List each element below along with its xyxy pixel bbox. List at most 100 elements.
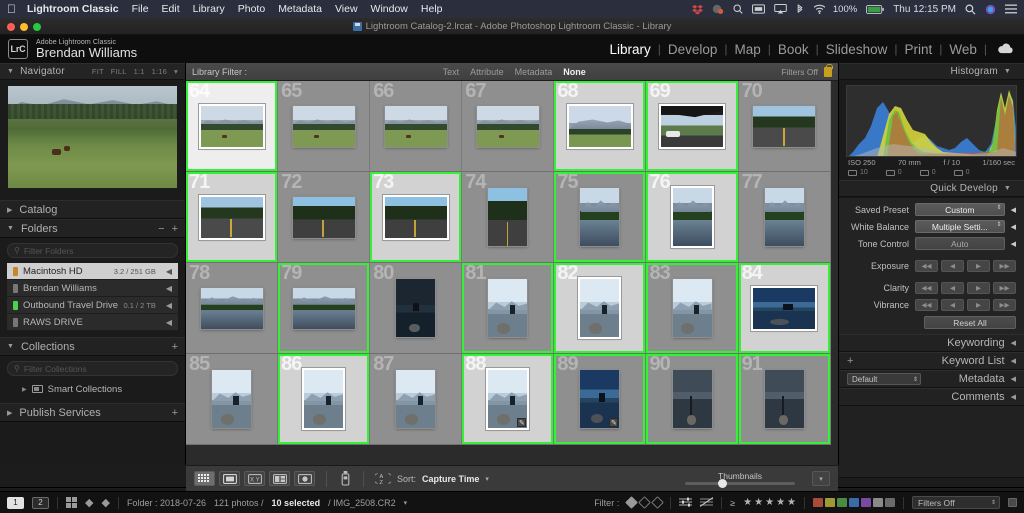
white-balance-select[interactable]: Multiple Setti... ⇕ bbox=[915, 220, 1005, 233]
thumbnail-image[interactable] bbox=[304, 370, 344, 428]
remove-folder-button[interactable]: − bbox=[158, 223, 164, 235]
section-metadata[interactable]: Default ⇕ Metadata ◀ bbox=[839, 370, 1024, 388]
triangle-right-icon[interactable]: ▶ bbox=[22, 386, 27, 393]
color-label-custom[interactable] bbox=[885, 498, 895, 507]
menu-edit[interactable]: Edit bbox=[162, 3, 180, 15]
saved-preset-select[interactable]: Custom ⇕ bbox=[915, 203, 1005, 216]
filter-tab-none[interactable]: None bbox=[563, 67, 586, 77]
spray-can-icon[interactable] bbox=[338, 471, 352, 486]
metadata-preset-select[interactable]: Default ⇕ bbox=[847, 373, 921, 385]
flag-unflagged-icon[interactable] bbox=[638, 496, 652, 509]
grid-cell-74[interactable]: 74 bbox=[462, 172, 555, 263]
thumbnail-image[interactable] bbox=[753, 287, 816, 329]
grid-cell-83[interactable]: 83 bbox=[646, 263, 739, 354]
grid-cell-91[interactable]: 91 bbox=[738, 354, 831, 445]
color-label-none[interactable] bbox=[873, 498, 883, 507]
grid-cell-75[interactable]: 75 bbox=[554, 172, 647, 263]
folder-item-macintosh-hd[interactable]: Macintosh HD 3.2 / 251 GB ◀ bbox=[7, 263, 178, 280]
clarity-decrease-large[interactable]: ◀◀ bbox=[915, 281, 938, 294]
survey-view-icon[interactable] bbox=[269, 471, 290, 486]
color-label-purple[interactable] bbox=[861, 498, 871, 507]
spotlight-icon[interactable] bbox=[965, 4, 976, 15]
vibrance-increase-large[interactable]: ▶▶ bbox=[993, 298, 1016, 311]
collection-filter-input[interactable]: ⚲ Filter Collections bbox=[7, 361, 178, 376]
add-keyword-button[interactable]: + bbox=[847, 355, 853, 367]
grid-cell-65[interactable]: 65 bbox=[278, 81, 371, 172]
module-book[interactable]: Book bbox=[778, 42, 809, 57]
folder-item-outbound-travel-drive[interactable]: Outbound Travel Drive 0.1 / 2 TB ◀ bbox=[7, 297, 178, 314]
grid-cell-70[interactable]: 70 bbox=[738, 81, 831, 172]
menu-metadata[interactable]: Metadata bbox=[278, 3, 322, 15]
collapse-icon[interactable]: ◀ bbox=[1011, 240, 1016, 248]
menu-window[interactable]: Window bbox=[371, 3, 408, 15]
grid-cell-73[interactable]: 73 bbox=[370, 172, 463, 263]
grid-cell-77[interactable]: 77 bbox=[738, 172, 831, 263]
grid-cell-81[interactable]: 81 bbox=[462, 263, 555, 354]
module-slideshow[interactable]: Slideshow bbox=[826, 42, 888, 57]
minimize-button[interactable] bbox=[20, 23, 28, 31]
zoom-1-16[interactable]: 1:16 bbox=[152, 67, 167, 76]
toolbar-chevron-down-icon[interactable]: ▾ bbox=[812, 471, 830, 486]
color-label-green[interactable] bbox=[837, 498, 847, 507]
zoom-fill[interactable]: FILL bbox=[111, 67, 127, 76]
thumbnail-size-slider[interactable]: Thumbnails bbox=[680, 472, 800, 488]
edited-filter-icon[interactable] bbox=[679, 497, 693, 509]
spotlight-small-icon[interactable] bbox=[733, 3, 743, 15]
disclosure-icon[interactable]: ◀ bbox=[166, 301, 172, 310]
grid-cell-86[interactable]: 86 bbox=[278, 354, 371, 445]
collapse-icon[interactable]: ◀ bbox=[1011, 357, 1016, 365]
screen-2-button[interactable]: 2 bbox=[32, 496, 49, 509]
grid-cell-67[interactable]: 67 bbox=[462, 81, 555, 172]
thumbnail-image[interactable] bbox=[476, 105, 539, 147]
histogram-graph[interactable] bbox=[846, 85, 1017, 157]
collapse-icon[interactable]: ◀ bbox=[1011, 223, 1016, 231]
grid-cell-79[interactable]: 79 bbox=[278, 263, 371, 354]
flag-picked-icon[interactable] bbox=[625, 496, 639, 509]
apple-icon[interactable]:  bbox=[7, 3, 16, 15]
navigator-header[interactable]: ▼ Navigator FIT FILL 1:1 1:16 ▾ bbox=[0, 63, 185, 80]
triangle-down-icon[interactable]: ▼ bbox=[7, 225, 14, 232]
identity-plate[interactable]: Adobe Lightroom Classic Brendan Williams bbox=[36, 39, 137, 60]
folder-item-brendan-williams[interactable]: Brendan Williams ◀ bbox=[7, 280, 178, 297]
thumbnail-image[interactable] bbox=[672, 279, 712, 337]
wifi-icon[interactable] bbox=[813, 4, 826, 14]
exposure-decrease-large[interactable]: ◀◀ bbox=[915, 259, 938, 272]
control-center-icon[interactable] bbox=[1005, 4, 1017, 14]
flag-filters[interactable] bbox=[625, 496, 665, 509]
section-keyword-list[interactable]: + Keyword List ◀ bbox=[839, 352, 1024, 370]
edit-badge-icon[interactable]: ✎ bbox=[609, 418, 619, 427]
airplay-icon[interactable] bbox=[774, 4, 787, 14]
exposure-decrease-small[interactable]: ◀ bbox=[941, 259, 964, 272]
grid-cell-72[interactable]: 72 bbox=[278, 172, 371, 263]
grid-cell-78[interactable]: 78 bbox=[186, 263, 279, 354]
thumbnail-image[interactable] bbox=[568, 105, 631, 147]
disclosure-icon[interactable]: ◀ bbox=[166, 267, 172, 276]
quick-develop-header[interactable]: Quick Develop ▼ bbox=[839, 180, 1024, 197]
lock-icon[interactable] bbox=[824, 63, 833, 77]
sort-az-icon[interactable]: AZ bbox=[375, 472, 391, 485]
thumbnail-image[interactable]: ✎ bbox=[580, 370, 620, 428]
loupe-view-icon[interactable] bbox=[219, 471, 240, 486]
unedited-filter-icon[interactable] bbox=[699, 496, 714, 509]
folder-filter-input[interactable]: ⚲ Filter Folders bbox=[7, 243, 178, 258]
module-develop[interactable]: Develop bbox=[668, 42, 718, 57]
add-collection-button[interactable]: + bbox=[172, 341, 178, 353]
disclosure-icon[interactable]: ◀ bbox=[166, 284, 172, 293]
slider-knob[interactable] bbox=[718, 478, 727, 488]
bluetooth-icon[interactable] bbox=[796, 3, 804, 15]
module-library[interactable]: Library bbox=[609, 42, 650, 57]
grid-cell-89[interactable]: 89 ✎ bbox=[554, 354, 647, 445]
menu-file[interactable]: File bbox=[132, 3, 149, 15]
star-5-icon[interactable]: ★ bbox=[787, 497, 796, 508]
collapse-icon[interactable]: ◀ bbox=[1011, 339, 1016, 347]
collapse-icon[interactable]: ◀ bbox=[1011, 206, 1016, 214]
clock-label[interactable]: Thu 12:15 PM bbox=[893, 4, 956, 15]
filters-off-label[interactable]: Filters Off bbox=[781, 67, 818, 77]
clarity-decrease-small[interactable]: ◀ bbox=[941, 281, 964, 294]
triangle-right-icon[interactable]: ▶ bbox=[7, 206, 12, 214]
zoom-fit[interactable]: FIT bbox=[92, 67, 104, 76]
thumbnail-image[interactable] bbox=[580, 279, 620, 337]
clarity-increase-small[interactable]: ▶ bbox=[967, 281, 990, 294]
close-button[interactable] bbox=[7, 23, 15, 31]
grid-cell-87[interactable]: 87 bbox=[370, 354, 463, 445]
